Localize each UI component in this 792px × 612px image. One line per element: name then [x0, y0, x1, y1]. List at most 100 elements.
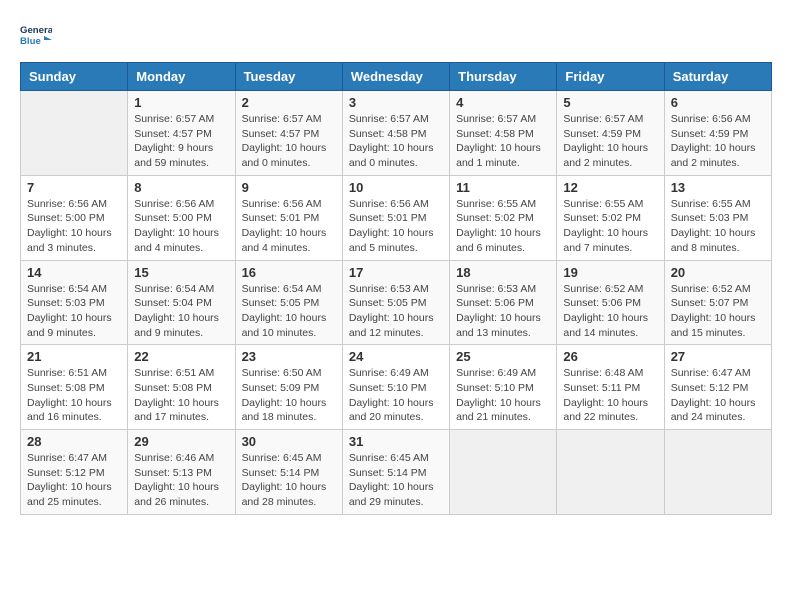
day-info: Sunrise: 6:45 AM Sunset: 5:14 PM Dayligh… — [242, 451, 336, 510]
day-number: 30 — [242, 434, 336, 449]
calendar-cell: 23 Sunrise: 6:50 AM Sunset: 5:09 PM Dayli… — [235, 345, 342, 430]
calendar-cell: 14Sunrise: 6:54 AM Sunset: 5:03 PM Dayli… — [21, 260, 128, 345]
day-number: 10 — [349, 180, 443, 195]
day-number: 5 — [563, 95, 657, 110]
day-number: 7 — [27, 180, 121, 195]
day-number: 13 — [671, 180, 765, 195]
day-info: Sunrise: 6:53 AM Sunset: 5:05 PM Dayligh… — [349, 282, 443, 341]
calendar-cell: 5 Sunrise: 6:57 AM Sunset: 4:59 PM Daylig… — [557, 91, 664, 176]
day-number: 31 — [349, 434, 443, 449]
calendar-cell: 8Sunrise: 6:56 AM Sunset: 5:00 PM Daylig… — [128, 175, 235, 260]
day-number: 21 — [27, 349, 121, 364]
header-row: SundayMondayTuesdayWednesdayThursdayFrid… — [21, 63, 772, 91]
day-number: 28 — [27, 434, 121, 449]
calendar-cell — [664, 430, 771, 515]
logo-icon: GeneralBlue — [20, 20, 52, 52]
calendar-cell — [450, 430, 557, 515]
calendar-cell: 17 Sunrise: 6:53 AM Sunset: 5:05 PM Dayli… — [342, 260, 449, 345]
calendar-cell: 20 Sunrise: 6:52 AM Sunset: 5:07 PM Dayli… — [664, 260, 771, 345]
calendar-cell: 9 Sunrise: 6:56 AM Sunset: 5:01 PM Daylig… — [235, 175, 342, 260]
day-number: 6 — [671, 95, 765, 110]
day-info: Sunrise: 6:52 AM Sunset: 5:06 PM Dayligh… — [563, 282, 657, 341]
day-info: Sunrise: 6:57 AM Sunset: 4:57 PM Dayligh… — [134, 112, 228, 171]
day-number: 9 — [242, 180, 336, 195]
weekday-header: Sunday — [21, 63, 128, 91]
svg-text:Blue: Blue — [20, 36, 41, 47]
calendar-week-row: 14Sunrise: 6:54 AM Sunset: 5:03 PM Dayli… — [21, 260, 772, 345]
weekday-header: Saturday — [664, 63, 771, 91]
day-info: Sunrise: 6:47 AM Sunset: 5:12 PM Dayligh… — [671, 366, 765, 425]
day-info: Sunrise: 6:49 AM Sunset: 5:10 PM Dayligh… — [349, 366, 443, 425]
day-number: 18 — [456, 265, 550, 280]
calendar-cell: 13 Sunrise: 6:55 AM Sunset: 5:03 PM Dayli… — [664, 175, 771, 260]
day-info: Sunrise: 6:47 AM Sunset: 5:12 PM Dayligh… — [27, 451, 121, 510]
day-number: 15 — [134, 265, 228, 280]
day-number: 19 — [563, 265, 657, 280]
day-info: Sunrise: 6:57 AM Sunset: 4:57 PM Dayligh… — [242, 112, 336, 171]
day-info: Sunrise: 6:56 AM Sunset: 5:01 PM Dayligh… — [349, 197, 443, 256]
day-number: 20 — [671, 265, 765, 280]
calendar-cell: 25Sunrise: 6:49 AM Sunset: 5:10 PM Dayli… — [450, 345, 557, 430]
day-info: Sunrise: 6:53 AM Sunset: 5:06 PM Dayligh… — [456, 282, 550, 341]
calendar-cell: 24 Sunrise: 6:49 AM Sunset: 5:10 PM Dayli… — [342, 345, 449, 430]
day-info: Sunrise: 6:55 AM Sunset: 5:02 PM Dayligh… — [563, 197, 657, 256]
calendar-cell: 31 Sunrise: 6:45 AM Sunset: 5:14 PM Dayli… — [342, 430, 449, 515]
day-number: 2 — [242, 95, 336, 110]
day-number: 17 — [349, 265, 443, 280]
day-info: Sunrise: 6:57 AM Sunset: 4:58 PM Dayligh… — [349, 112, 443, 171]
day-info: Sunrise: 6:45 AM Sunset: 5:14 PM Dayligh… — [349, 451, 443, 510]
day-number: 26 — [563, 349, 657, 364]
day-info: Sunrise: 6:46 AM Sunset: 5:13 PM Dayligh… — [134, 451, 228, 510]
calendar-cell: 7Sunrise: 6:56 AM Sunset: 5:00 PM Daylig… — [21, 175, 128, 260]
calendar-cell: 3 Sunrise: 6:57 AM Sunset: 4:58 PM Daylig… — [342, 91, 449, 176]
day-number: 29 — [134, 434, 228, 449]
day-number: 25 — [456, 349, 550, 364]
calendar-cell: 22Sunrise: 6:51 AM Sunset: 5:08 PM Dayli… — [128, 345, 235, 430]
calendar-week-row: 7Sunrise: 6:56 AM Sunset: 5:00 PM Daylig… — [21, 175, 772, 260]
calendar-cell: 10 Sunrise: 6:56 AM Sunset: 5:01 PM Dayli… — [342, 175, 449, 260]
calendar-week-row: 1Sunrise: 6:57 AM Sunset: 4:57 PM Daylig… — [21, 91, 772, 176]
calendar-cell: 1Sunrise: 6:57 AM Sunset: 4:57 PM Daylig… — [128, 91, 235, 176]
day-info: Sunrise: 6:56 AM Sunset: 5:01 PM Dayligh… — [242, 197, 336, 256]
calendar-week-row: 21Sunrise: 6:51 AM Sunset: 5:08 PM Dayli… — [21, 345, 772, 430]
weekday-header: Friday — [557, 63, 664, 91]
day-number: 11 — [456, 180, 550, 195]
day-info: Sunrise: 6:55 AM Sunset: 5:02 PM Dayligh… — [456, 197, 550, 256]
logo: GeneralBlue — [20, 20, 52, 52]
day-info: Sunrise: 6:55 AM Sunset: 5:03 PM Dayligh… — [671, 197, 765, 256]
calendar-cell: 30 Sunrise: 6:45 AM Sunset: 5:14 PM Dayli… — [235, 430, 342, 515]
weekday-header: Tuesday — [235, 63, 342, 91]
calendar-cell: 27 Sunrise: 6:47 AM Sunset: 5:12 PM Dayli… — [664, 345, 771, 430]
day-number: 3 — [349, 95, 443, 110]
calendar-cell: 28 Sunrise: 6:47 AM Sunset: 5:12 PM Dayli… — [21, 430, 128, 515]
day-info: Sunrise: 6:48 AM Sunset: 5:11 PM Dayligh… — [563, 366, 657, 425]
day-number: 27 — [671, 349, 765, 364]
day-number: 4 — [456, 95, 550, 110]
day-number: 23 — [242, 349, 336, 364]
calendar-cell: 11 Sunrise: 6:55 AM Sunset: 5:02 PM Dayli… — [450, 175, 557, 260]
svg-text:General: General — [20, 25, 52, 36]
day-number: 16 — [242, 265, 336, 280]
day-info: Sunrise: 6:50 AM Sunset: 5:09 PM Dayligh… — [242, 366, 336, 425]
calendar-cell: 15 Sunrise: 6:54 AM Sunset: 5:04 PM Dayli… — [128, 260, 235, 345]
day-info: Sunrise: 6:56 AM Sunset: 4:59 PM Dayligh… — [671, 112, 765, 171]
day-info: Sunrise: 6:54 AM Sunset: 5:05 PM Dayligh… — [242, 282, 336, 341]
calendar-cell: 6 Sunrise: 6:56 AM Sunset: 4:59 PM Daylig… — [664, 91, 771, 176]
calendar-cell: 21Sunrise: 6:51 AM Sunset: 5:08 PM Dayli… — [21, 345, 128, 430]
weekday-header: Wednesday — [342, 63, 449, 91]
calendar-week-row: 28 Sunrise: 6:47 AM Sunset: 5:12 PM Dayli… — [21, 430, 772, 515]
day-number: 12 — [563, 180, 657, 195]
day-info: Sunrise: 6:57 AM Sunset: 4:59 PM Dayligh… — [563, 112, 657, 171]
calendar-cell — [21, 91, 128, 176]
day-number: 8 — [134, 180, 228, 195]
day-number: 24 — [349, 349, 443, 364]
calendar-cell: 2 Sunrise: 6:57 AM Sunset: 4:57 PM Daylig… — [235, 91, 342, 176]
day-info: Sunrise: 6:54 AM Sunset: 5:04 PM Dayligh… — [134, 282, 228, 341]
calendar-cell: 26 Sunrise: 6:48 AM Sunset: 5:11 PM Dayli… — [557, 345, 664, 430]
calendar-table: SundayMondayTuesdayWednesdayThursdayFrid… — [20, 62, 772, 515]
calendar-cell: 16 Sunrise: 6:54 AM Sunset: 5:05 PM Dayli… — [235, 260, 342, 345]
calendar-cell: 29 Sunrise: 6:46 AM Sunset: 5:13 PM Dayli… — [128, 430, 235, 515]
calendar-cell: 18 Sunrise: 6:53 AM Sunset: 5:06 PM Dayli… — [450, 260, 557, 345]
day-info: Sunrise: 6:52 AM Sunset: 5:07 PM Dayligh… — [671, 282, 765, 341]
calendar-cell — [557, 430, 664, 515]
